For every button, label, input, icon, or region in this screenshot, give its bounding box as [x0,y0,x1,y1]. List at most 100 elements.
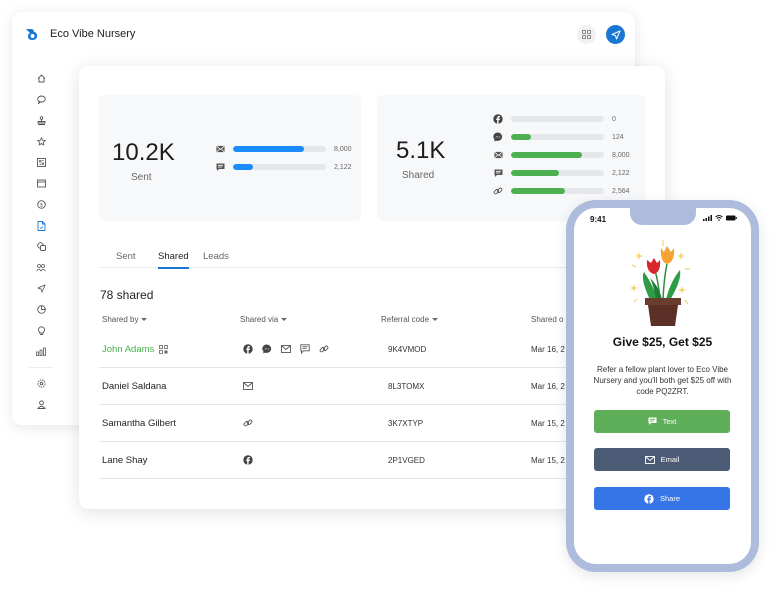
channel-count: 8,000 [612,151,630,159]
sidebar-item-home[interactable] [32,68,50,89]
sidebar-item-favorites[interactable] [32,131,50,152]
shared-by-name[interactable]: Samantha Gilbert [102,418,176,429]
button-label: Email [660,455,680,464]
link-icon [318,343,329,354]
sort-caret-icon [432,318,439,321]
name-text: Lane Shay [102,455,148,466]
channel-bar-row: 8,000 [493,149,630,161]
table-row[interactable]: John Adams 9K4VMOD Mar 16, 2 [99,331,645,368]
sidebar-item-send[interactable] [32,278,50,299]
tab-shared[interactable]: Shared [158,251,189,269]
sidebar-item-reports[interactable] [32,299,50,320]
shared-date: Mar 16, 2 [531,382,565,391]
email-icon [644,455,655,464]
apps-button[interactable] [577,25,596,44]
channel-count: 2,122 [334,163,352,171]
sort-caret-icon [141,318,148,321]
progress-bar-fill [511,152,582,158]
sidebar-item-documents[interactable] [32,215,50,236]
channel-bar-row: 8,000 [215,143,352,155]
sidebar-item-copy[interactable] [32,236,50,257]
progress-bar-track [511,188,604,194]
bar-chart-icon [36,347,46,356]
progress-bar-track [233,164,326,170]
progress-bar-fill [511,188,565,194]
sidebar-item-settings[interactable] [32,373,50,394]
facebook-icon [242,454,253,465]
sms-icon [299,343,310,354]
shared-date: Mar 16, 2 [531,345,565,354]
send-button[interactable] [606,25,625,44]
referral-code: 3K7XTYP [388,419,424,428]
column-shared-on[interactable]: Shared o [531,315,563,324]
wifi-icon [715,215,723,221]
column-shared-by[interactable]: Shared by [102,315,148,324]
shared-total: 5.1K [396,137,446,164]
signal-icon [703,215,712,221]
sidebar-item-ideas[interactable] [32,320,50,341]
status-time: 9:41 [590,215,607,224]
grid-icon [582,30,591,39]
dollar-coin-icon: $ [36,200,46,209]
promo-title: Give $25, Get $25 [612,335,713,349]
send-icon [36,284,46,293]
qr-code-icon[interactable] [158,344,169,355]
progress-bar-track [511,152,604,158]
status-icons [703,215,737,221]
table-row[interactable]: Daniel Saldana 8L3TOMX Mar 16, 2 [99,368,645,405]
email-icon [280,343,291,354]
channel-count: 8,000 [334,145,352,153]
progress-bar-fill [233,146,304,152]
column-referral-code[interactable]: Referral code [381,315,439,324]
sidebar-item-qr[interactable] [32,152,50,173]
stage: Eco Vibe Nursery $ 10.2K Sent 8,000 2,12… [0,0,778,593]
sidebar-item-users[interactable] [32,257,50,278]
tab-leads[interactable]: Leads [203,251,229,262]
share-via-facebook-button[interactable]: Share [594,487,730,510]
phone-screen: 9:41 Give $25, Get $25 Refer a fellow pl… [574,208,751,564]
promo-body: Refer a fellow plant lover to Eco Vibe N… [593,365,732,396]
sidebar-item-analytics[interactable] [32,341,50,362]
shared-via-icons [242,417,253,428]
email-icon [493,150,503,160]
column-label: Shared o [531,315,564,324]
brand-logo-icon [26,29,37,40]
facebook-icon [242,343,253,354]
window-icon [36,179,46,188]
sent-label: Sent [131,172,152,183]
column-shared-via[interactable]: Shared via [240,315,288,324]
messenger-icon [493,132,503,142]
share-via-email-button[interactable]: Email [594,448,730,471]
column-label: Shared via [240,315,279,324]
document-icon [37,220,45,231]
table-row[interactable]: Lane Shay 2P1VGED Mar 15, 2 [99,442,645,479]
home-icon [37,74,45,83]
share-via-text-button[interactable]: Text [594,410,730,433]
progress-bar-track [511,116,604,122]
table-row[interactable]: Samantha Gilbert 3K7XTYP Mar 15, 2 [99,405,645,442]
shared-by-name[interactable]: Daniel Saldana [102,381,166,392]
channel-bar-row: 2,122 [493,167,630,179]
progress-bar-track [511,134,604,140]
sidebar-item-billing[interactable]: $ [32,194,50,215]
sent-total: 10.2K [112,139,175,166]
shared-by-name[interactable]: John Adams [102,344,169,355]
phone-preview: 9:41 Give $25, Get $25 Refer a fellow pl… [566,200,759,572]
tab-sent[interactable]: Sent [116,251,136,262]
button-label: Share [659,494,680,503]
svg-text:$: $ [39,202,42,208]
shared-by-name[interactable]: Lane Shay [102,455,147,466]
sidebar-item-chat[interactable] [32,89,50,110]
plant-illustration [630,240,690,326]
sidebar-item-window[interactable] [32,173,50,194]
shared-date: Mar 15, 2 [531,456,565,465]
phone-notch [630,208,696,225]
facebook-icon [493,114,503,124]
brand[interactable]: Eco Vibe Nursery [24,26,135,42]
star-icon [36,137,46,146]
sort-caret-icon [281,318,288,321]
user-icon [36,400,46,409]
messenger-icon [261,343,272,354]
sidebar-item-profile[interactable] [32,394,50,415]
sidebar-item-stamp[interactable] [32,110,50,131]
